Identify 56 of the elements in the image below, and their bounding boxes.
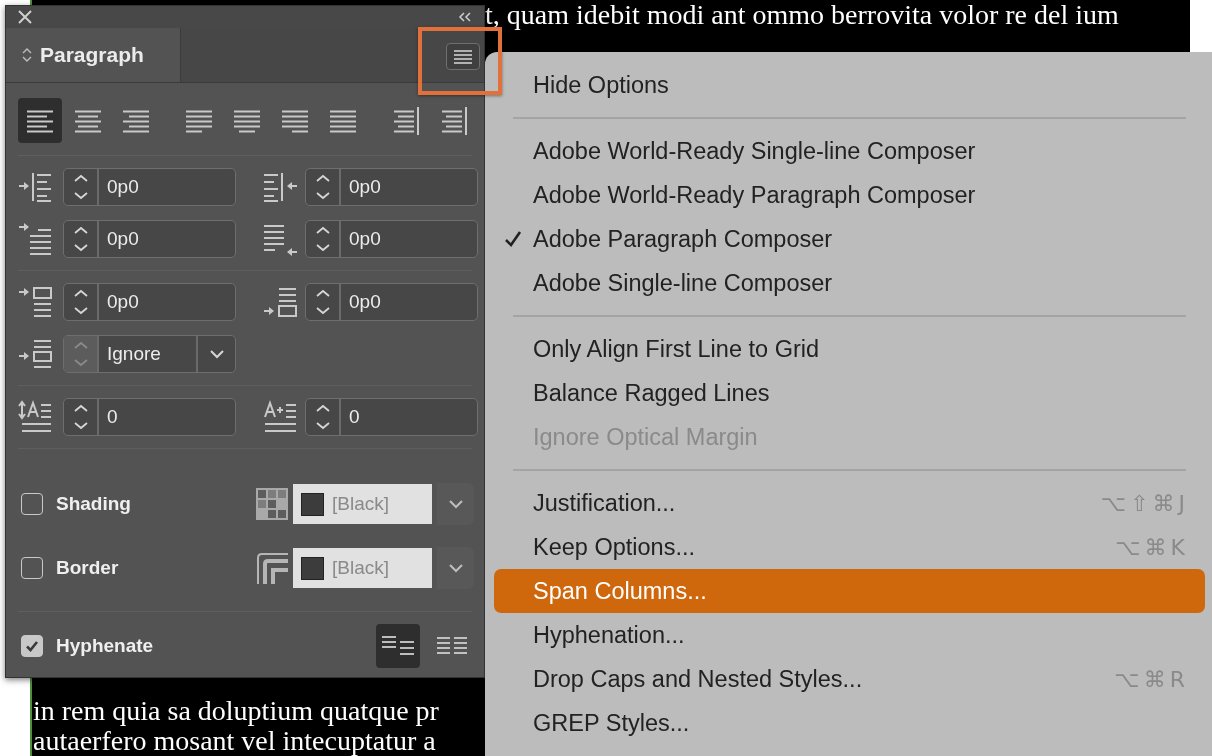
checkbox-label: Hyphenate <box>56 635 154 657</box>
drop-cap-icon <box>18 400 54 434</box>
space-icon <box>263 285 299 319</box>
pattern-icon <box>256 488 288 520</box>
menu-item[interactable]: Adobe Single-line Composer <box>504 261 1205 305</box>
checkbox[interactable] <box>21 493 43 515</box>
checkbox-label: Border <box>56 557 119 579</box>
composer-button[interactable] <box>376 624 420 668</box>
indent-icon <box>263 170 299 204</box>
checkbox[interactable] <box>21 557 43 579</box>
body-text-line: autaerfero mosant vel intecuptatur a <box>33 726 436 756</box>
number-field[interactable]: 0p0 <box>305 283 478 321</box>
body-text-line: in rem quia sa doluptium quatque pr <box>33 696 439 726</box>
number-field[interactable]: 0p0 <box>305 220 478 258</box>
menu-item[interactable]: GREP Styles... <box>504 701 1205 745</box>
number-field[interactable]: 0p0 <box>63 220 236 258</box>
grid-align-icon <box>18 337 54 371</box>
dropdown-field[interactable]: Ignore <box>63 335 236 373</box>
menu-item[interactable]: Span Columns... <box>494 569 1205 613</box>
collapse-icon[interactable] <box>458 12 472 22</box>
checkbox-label: Shading <box>56 493 131 515</box>
menu-icon <box>453 49 473 64</box>
composer-lines-icon <box>381 634 415 658</box>
menu-item[interactable]: Balance Ragged Lines <box>504 371 1205 415</box>
menu-button[interactable] <box>446 43 480 70</box>
number-field[interactable]: 0p0 <box>305 168 478 206</box>
align-icon <box>392 105 420 136</box>
menu-item[interactable]: Hide Options <box>504 63 1205 107</box>
menu-item[interactable]: Hyphenation... <box>504 613 1205 657</box>
border-icon <box>256 552 288 584</box>
number-field[interactable]: 0p0 <box>63 283 236 321</box>
space-icon <box>18 285 54 319</box>
checkbox[interactable] <box>21 635 43 657</box>
menu-item[interactable]: Adobe World-Ready Paragraph Composer <box>504 173 1205 217</box>
check-icon <box>503 229 523 249</box>
sort-arrows-icon <box>22 47 32 63</box>
chevron-down-icon <box>446 498 465 510</box>
drop-cap-icon <box>263 400 299 434</box>
chevron-down-icon <box>207 348 226 360</box>
align-button[interactable] <box>18 98 62 143</box>
indent-icon <box>263 222 299 256</box>
number-field[interactable]: 0p0 <box>63 168 236 206</box>
menu-item[interactable]: Adobe Paragraph Composer <box>504 217 1205 261</box>
menu-item[interactable]: Adobe World-Ready Single-line Composer <box>504 129 1205 173</box>
number-field[interactable]: 0 <box>305 398 478 436</box>
panel-tab[interactable]: Paragraph <box>6 28 181 82</box>
indent-icon <box>18 222 54 256</box>
chevron-down-icon <box>446 562 465 574</box>
align-icon <box>440 105 468 136</box>
number-field[interactable]: 0 <box>63 398 236 436</box>
menu-item[interactable]: Only Align First Line to Grid <box>504 327 1205 371</box>
color-chip <box>301 556 324 580</box>
close-icon[interactable] <box>18 10 32 24</box>
color-chip <box>301 492 324 516</box>
body-text-line: t, quam idebit modi ant ommo berrovita volor re del ium <box>485 0 1119 30</box>
indent-icon <box>18 170 54 204</box>
